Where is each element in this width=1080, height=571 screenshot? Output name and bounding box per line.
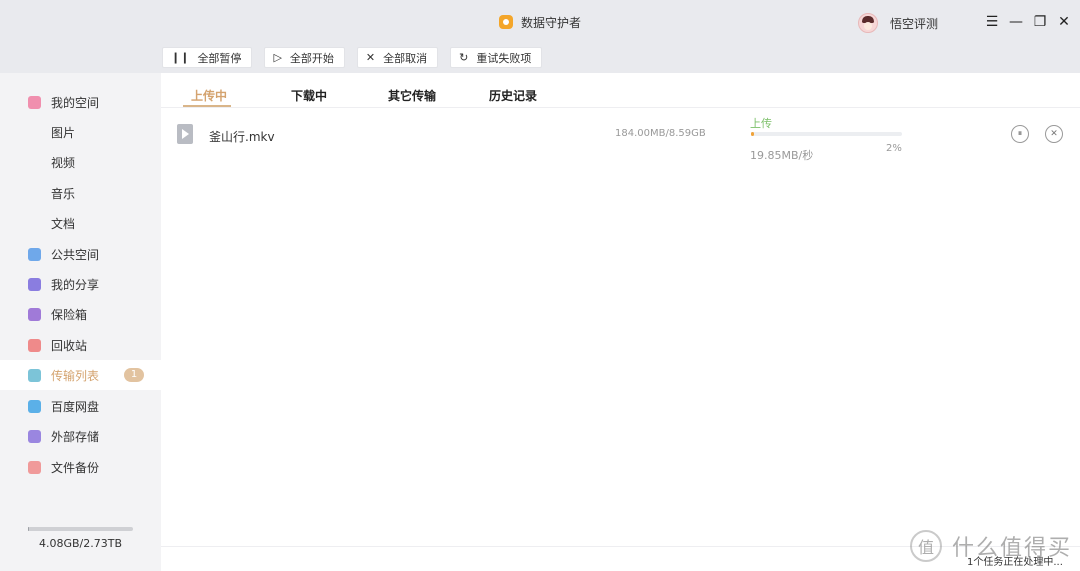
- trash-icon: [28, 338, 41, 352]
- title-bar: 数据守护者 悟空评测 ☰ — ❐ ✕ ❙❙ 全部暂停 ▷ 全部开始 ✕ 全部取消…: [0, 0, 1080, 73]
- user-account[interactable]: 悟空评测: [858, 12, 938, 34]
- storage-usage-bar: [28, 527, 133, 531]
- watermark: 值 什么值得买: [910, 530, 1072, 562]
- pause-icon: ❙❙: [171, 51, 190, 64]
- backup-icon: [28, 460, 41, 474]
- file-size: 184.00MB/8.59GB: [615, 128, 706, 139]
- transfer-speed: 19.85MB/秒: [750, 149, 814, 162]
- video-file-icon: [177, 124, 193, 144]
- retry-failed-button[interactable]: ↻ 重试失败项: [450, 47, 543, 68]
- sidebar-item-label: 文件备份: [51, 460, 100, 475]
- storage-usage-fill: [28, 527, 30, 531]
- file-name: 釜山行.mkv: [209, 130, 275, 144]
- close-icon[interactable]: ✕: [1052, 14, 1076, 30]
- main-panel: 上传中 下载中 其它传输 历史记录 釜山行.mkv 184.00MB/8.59G…: [161, 73, 1080, 571]
- sidebar-item-videos[interactable]: 视频: [0, 147, 161, 177]
- play-icon: ▷: [273, 51, 282, 64]
- sidebar: 我的空间 图片 视频 音乐 文档 公共空间 我的分享 保险箱 回收站 传输列表 …: [0, 73, 161, 571]
- close-icon: ✕: [1050, 129, 1058, 139]
- start-all-button[interactable]: ▷ 全部开始: [264, 47, 345, 68]
- sidebar-item-label: 外部存储: [51, 429, 100, 444]
- retry-failed-label: 重试失败项: [476, 51, 532, 65]
- sidebar-item-label: 我的空间: [51, 95, 100, 110]
- tab-downloading[interactable]: 下载中: [291, 87, 327, 104]
- window-controls: ☰ — ❐ ✕: [980, 14, 1076, 30]
- transfer-progress-bar: [751, 132, 902, 136]
- tab-other-transfers[interactable]: 其它传输: [388, 87, 436, 104]
- sidebar-item-label: 传输列表: [51, 368, 100, 383]
- cloud-icon: [28, 399, 41, 413]
- transfer-percent: 2%: [886, 143, 902, 154]
- minimize-icon[interactable]: —: [1004, 14, 1028, 30]
- menu-icon[interactable]: ☰: [980, 14, 1004, 30]
- sidebar-item-pictures[interactable]: 图片: [0, 117, 161, 147]
- send-icon: [28, 247, 41, 261]
- transfer-status: 上传: [750, 117, 772, 130]
- share-icon: [28, 277, 41, 291]
- app-logo-icon: [498, 15, 513, 29]
- sidebar-item-file-backup[interactable]: 文件备份: [0, 452, 161, 482]
- sidebar-item-public-space[interactable]: 公共空间: [0, 239, 161, 269]
- sidebar-item-label: 视频: [51, 155, 76, 170]
- usb-icon: [28, 429, 41, 443]
- pause-all-button[interactable]: ❙❙ 全部暂停: [162, 47, 253, 68]
- sidebar-item-label: 保险箱: [51, 307, 88, 322]
- watermark-text: 什么值得买: [952, 536, 1073, 561]
- transfer-count-badge: 1: [124, 368, 144, 382]
- tab-uploading[interactable]: 上传中: [191, 87, 227, 104]
- folder-icon: [28, 95, 41, 109]
- cancel-transfer-button[interactable]: ✕: [1045, 125, 1063, 143]
- pause-transfer-button[interactable]: ⏸: [1011, 125, 1029, 143]
- sidebar-item-label: 百度网盘: [51, 399, 100, 414]
- cancel-all-button[interactable]: ✕ 全部取消: [356, 47, 439, 68]
- sidebar-item-my-share[interactable]: 我的分享: [0, 269, 161, 299]
- app-title-text: 数据守护者: [520, 16, 581, 30]
- user-name[interactable]: 悟空评测: [890, 15, 938, 32]
- sidebar-item-documents[interactable]: 文档: [0, 208, 161, 238]
- sidebar-item-label: 回收站: [51, 338, 88, 353]
- tab-history[interactable]: 历史记录: [489, 87, 537, 104]
- transfer-progress-fill: [751, 132, 755, 136]
- sidebar-item-label: 公共空间: [51, 247, 100, 262]
- sidebar-item-label: 音乐: [51, 186, 76, 201]
- sidebar-item-trash[interactable]: 回收站: [0, 330, 161, 360]
- tab-divider: [161, 107, 1080, 108]
- sidebar-item-music[interactable]: 音乐: [0, 178, 161, 208]
- storage-usage-text: 4.08GB/2.73TB: [38, 537, 123, 550]
- cancel-icon: ✕: [365, 51, 376, 64]
- sidebar-item-baidu-netdisk[interactable]: 百度网盘: [0, 391, 161, 421]
- retry-icon: ↻: [459, 51, 469, 64]
- sidebar-item-safe[interactable]: 保险箱: [0, 299, 161, 329]
- sidebar-item-label: 图片: [51, 125, 76, 140]
- sidebar-item-label: 我的分享: [51, 277, 100, 292]
- watermark-logo-icon: 值: [910, 530, 942, 562]
- avatar[interactable]: [858, 13, 878, 33]
- cancel-all-label: 全部取消: [383, 51, 428, 65]
- safe-icon: [28, 307, 41, 321]
- pause-all-label: 全部暂停: [197, 51, 242, 65]
- start-all-label: 全部开始: [289, 51, 334, 65]
- toolbar: ❙❙ 全部暂停 ▷ 全部开始 ✕ 全部取消 ↻ 重试失败项: [162, 47, 554, 68]
- sidebar-item-transfer-list[interactable]: 传输列表 1: [0, 360, 161, 390]
- sidebar-item-my-space[interactable]: 我的空间: [0, 87, 161, 117]
- pause-icon: ⏸: [1017, 129, 1023, 139]
- transfer-icon: [28, 368, 41, 382]
- sidebar-item-external-storage[interactable]: 外部存储: [0, 421, 161, 451]
- sidebar-item-label: 文档: [51, 216, 76, 231]
- restore-icon[interactable]: ❐: [1028, 14, 1052, 30]
